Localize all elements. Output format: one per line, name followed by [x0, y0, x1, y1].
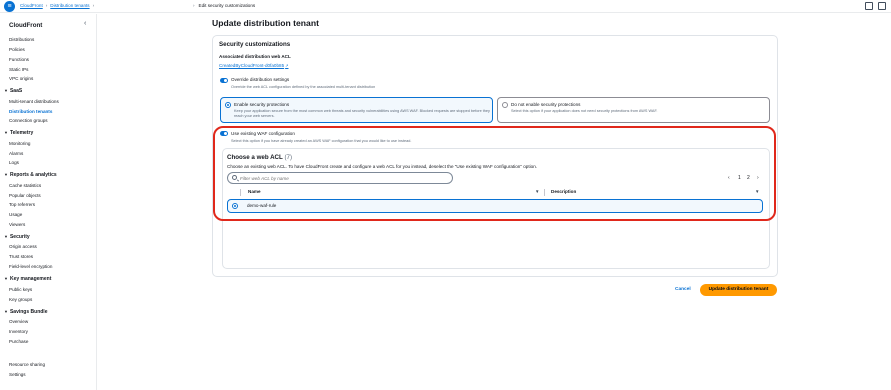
- disable-security-option[interactable]: Do not enable security protections Selec…: [497, 97, 770, 123]
- sidebar-item-static-ips[interactable]: Static IPs: [9, 67, 28, 72]
- breadcrumb-distribution-tenants[interactable]: Distribution tenants: [50, 3, 89, 8]
- breadcrumb: CloudFront › Distribution tenants ›: [20, 2, 97, 10]
- sidebar-item-connection-groups[interactable]: Connection groups: [9, 118, 48, 123]
- sidebar-item-origin-access[interactable]: Origin access: [9, 244, 37, 249]
- menu-icon[interactable]: ≡: [4, 1, 15, 12]
- caret-down-icon: ▼: [4, 234, 8, 239]
- external-link-icon: ↗: [285, 63, 289, 68]
- update-distribution-tenant-button[interactable]: Update distribution tenant: [700, 284, 777, 296]
- override-settings-toggle[interactable]: [220, 78, 228, 83]
- caret-down-icon: ▼: [4, 276, 8, 281]
- collapse-sidebar-icon[interactable]: ‹: [84, 20, 86, 27]
- help-panel-icon[interactable]: [878, 2, 886, 10]
- breadcrumb-separator-icon: ›: [92, 3, 95, 8]
- breadcrumb-cloudfront[interactable]: CloudFront: [20, 3, 43, 8]
- associated-web-acl-link[interactable]: CreatedByCloudFront-d0fa0b85↗: [219, 63, 288, 68]
- section-title: Security customizations: [219, 41, 291, 48]
- sidebar-section-reports[interactable]: ▼ Reports & analytics: [4, 172, 57, 178]
- option-title: Enable security protections: [234, 102, 290, 107]
- side-navigation: CloudFront ‹ Distributions Policies Func…: [0, 14, 97, 390]
- breadcrumb-separator-icon: ›: [193, 3, 195, 8]
- sidebar-section-savings-bundle[interactable]: ▼ Savings Bundle: [4, 309, 47, 315]
- sidebar-item-field-level-encryption[interactable]: Field-level encryption: [9, 264, 52, 269]
- sidebar-section-telemetry[interactable]: ▼ Telemetry: [4, 130, 33, 136]
- sidebar-section-security[interactable]: ▼ Security: [4, 234, 30, 240]
- sidebar-item-trust-stores[interactable]: Trust stores: [9, 254, 33, 259]
- sidebar-item-monitoring[interactable]: Monitoring: [9, 141, 30, 146]
- caret-down-icon: ▼: [4, 88, 8, 93]
- sidebar-item-policies[interactable]: Policies: [9, 47, 25, 52]
- caret-down-icon: ▼: [4, 130, 8, 135]
- sidebar-item-overview[interactable]: Overview: [9, 319, 28, 324]
- notifications-icon[interactable]: [865, 2, 873, 10]
- sidebar-item-cache-statistics[interactable]: Cache statistics: [9, 183, 41, 188]
- sidebar-item-public-keys[interactable]: Public keys: [9, 287, 32, 292]
- sidebar-title: CloudFront: [9, 22, 43, 29]
- sidebar-item-multi-tenant-distributions[interactable]: Multi-tenant distributions: [9, 99, 59, 104]
- sidebar-item-key-groups[interactable]: Key groups: [9, 297, 32, 302]
- option-description: Keep your application secure from the mo…: [234, 109, 490, 118]
- override-settings-label: Override distribution settings: [231, 77, 290, 82]
- caret-down-icon: ▼: [4, 172, 8, 177]
- sidebar-item-vpc-origins[interactable]: VPC origins: [9, 76, 33, 81]
- sidebar-section-key-management[interactable]: ▼ Key management: [4, 276, 51, 282]
- sidebar-item-distribution-tenants[interactable]: Distribution tenants: [9, 109, 52, 114]
- sidebar-item-usage[interactable]: Usage: [9, 212, 22, 217]
- breadcrumb-current: › Edit security customizations: [193, 2, 255, 10]
- sidebar-item-viewers[interactable]: Viewers: [9, 222, 25, 227]
- top-bar: ≡ CloudFront › Distribution tenants › › Edit…: [0, 0, 891, 13]
- sidebar-item-top-referrers[interactable]: Top referrers: [9, 202, 35, 207]
- sidebar-item-logs[interactable]: Logs: [9, 160, 19, 165]
- sidebar-item-distributions[interactable]: Distributions: [9, 37, 34, 42]
- sidebar-section-saas[interactable]: ▼ SaaS: [4, 88, 22, 94]
- sidebar-item-inventory[interactable]: Inventory: [9, 329, 28, 334]
- caret-down-icon: ▼: [4, 309, 8, 314]
- override-settings-description: Override the web ACL configuration defin…: [231, 85, 376, 89]
- option-title: Do not enable security protections: [511, 102, 581, 107]
- sidebar-item-resource-sharing[interactable]: Resource sharing: [9, 362, 45, 367]
- breadcrumb-current-label: Edit security customizations: [198, 3, 256, 8]
- associated-web-acl-label: Associated distribution web ACL: [219, 54, 291, 59]
- highlight-annotation: [213, 126, 776, 221]
- enable-security-radio[interactable]: [225, 102, 231, 108]
- breadcrumb-separator-icon: ›: [45, 3, 48, 8]
- sidebar-item-purchase[interactable]: Purchase: [9, 339, 28, 344]
- sidebar-item-settings[interactable]: Settings: [9, 372, 26, 377]
- disable-security-radio[interactable]: [502, 102, 508, 108]
- sidebar-item-functions[interactable]: Functions: [9, 57, 29, 62]
- sidebar-item-popular-objects[interactable]: Popular objects: [9, 193, 41, 198]
- enable-security-option[interactable]: Enable security protections Keep your ap…: [220, 97, 493, 123]
- sidebar-item-alarms[interactable]: Alarms: [9, 151, 23, 156]
- cancel-button[interactable]: Cancel: [675, 287, 691, 292]
- option-description: Select this option if your application d…: [511, 109, 658, 113]
- page-title: Update distribution tenant: [212, 18, 319, 28]
